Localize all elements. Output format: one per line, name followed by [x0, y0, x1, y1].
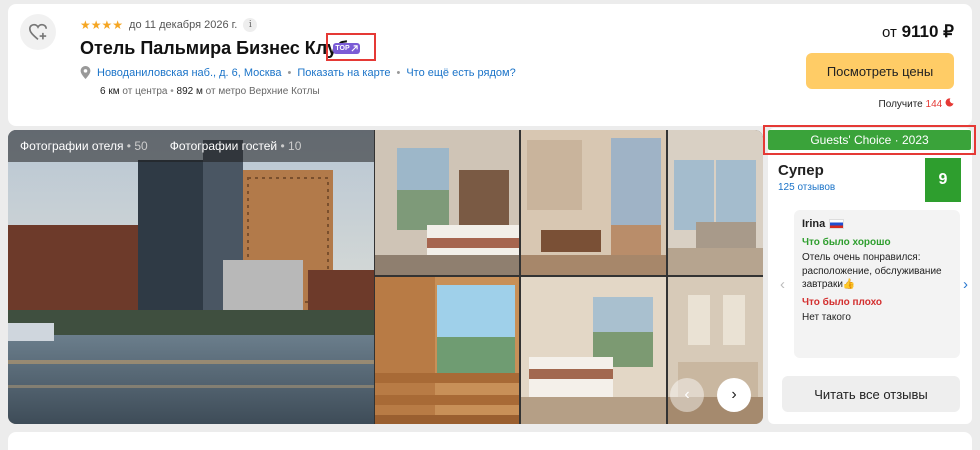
arrow-up-right-icon: [351, 45, 358, 52]
good-text: Отель очень понравился: расположение, об…: [802, 252, 942, 290]
heart-plus-icon: [28, 23, 47, 40]
separator-dot: •: [396, 66, 401, 79]
moon-icon: [945, 98, 954, 107]
info-icon[interactable]: i: [243, 18, 258, 32]
photo-gallery: Фотографии отеля • 50 Фотографии гостей …: [8, 130, 763, 424]
reviewer-name: Irina: [802, 218, 826, 230]
reward-line: Получите 144: [879, 98, 954, 110]
reward-value: 144: [925, 99, 943, 110]
whats-nearby-link[interactable]: Что ещё есть рядом?: [406, 67, 515, 79]
guests-choice-highlight: Guests' Choice · 2023: [763, 125, 976, 155]
gallery-tabs: Фотографии отеля • 50 Фотографии гостей …: [8, 130, 374, 162]
main-hotel-photo[interactable]: [8, 130, 374, 424]
address-line: Новоданиловская наб., д. 6, Москва • Пок…: [80, 66, 516, 79]
reviews-card: Супер 125 отзывов 9 ‹ Irina Что было хор…: [768, 128, 972, 424]
top-badge-label: TOP: [335, 45, 350, 52]
stars-note: до 11 декабря 2026 г.: [129, 19, 238, 31]
sauna-photo[interactable]: [375, 277, 519, 424]
next-card-edge: [8, 432, 972, 450]
hotel-title[interactable]: Отель Пальмира Бизнес Клуб: [80, 38, 348, 59]
tab-hotel-photos[interactable]: Фотографии отеля • 50: [20, 139, 148, 153]
distance-line: 6 км от центра • 892 м от метро Верхние …: [100, 86, 320, 97]
chevron-left-icon: ‹: [684, 386, 690, 403]
price-prefix: от: [881, 24, 897, 41]
reviewer: Irina: [802, 218, 952, 230]
gallery-prev-button[interactable]: ‹: [670, 378, 704, 412]
tab-guest-photos-count: 10: [288, 139, 302, 153]
sauna-image: [375, 277, 519, 424]
bad-label: Что было плохо: [802, 296, 883, 308]
hotel-header-card: ★★★★ до 11 декабря 2026 г. i Отель Пальм…: [8, 4, 972, 126]
reviews-count-link[interactable]: 125 отзывов: [778, 182, 835, 193]
review-next-button[interactable]: ›: [963, 276, 968, 293]
good-label: Что было хорошо: [802, 237, 891, 248]
view-prices-button[interactable]: Посмотреть цены: [806, 53, 954, 89]
guests-choice-badge: Guests' Choice · 2023: [768, 130, 971, 150]
metro-distance-value: 892 м: [176, 86, 203, 97]
hotel-exterior-image: [8, 130, 374, 424]
favorite-button[interactable]: [20, 14, 56, 50]
gallery-next-button[interactable]: ›: [717, 378, 751, 412]
metro-distance-label: от метро Верхние Котлы: [205, 86, 320, 97]
location-pin-icon: [80, 66, 91, 79]
rating-word: Супер: [778, 162, 824, 179]
read-all-reviews-button[interactable]: Читать все отзывы: [782, 376, 960, 412]
center-distance-label: от центра: [122, 86, 168, 97]
tab-hotel-photos-count: 50: [134, 139, 148, 153]
room-image: [375, 130, 519, 275]
room-photo-2[interactable]: [521, 130, 666, 275]
review-prev-button[interactable]: ‹: [780, 276, 785, 293]
show-on-map-link[interactable]: Показать на карте: [297, 67, 390, 79]
russia-flag-icon: [829, 219, 845, 229]
star-rating: ★★★★: [80, 18, 124, 32]
top-badge: TOP: [333, 43, 360, 54]
tab-hotel-photos-label: Фотографии отеля: [20, 139, 124, 153]
reward-label: Получите: [878, 99, 923, 110]
top-badge-highlight: TOP: [326, 33, 376, 61]
center-distance-value: 6 км: [100, 86, 120, 97]
rating-score: 9: [925, 158, 961, 202]
separator-dot: •: [287, 66, 292, 79]
room-image: [668, 130, 763, 275]
bad-text: Нет такого: [802, 311, 851, 323]
tab-separator: •: [280, 139, 289, 153]
address-link[interactable]: Новоданиловская наб., д. 6, Москва: [97, 67, 281, 79]
room-photo-4[interactable]: [521, 277, 666, 424]
room-photo-3[interactable]: [668, 130, 763, 275]
room-photo-1[interactable]: [375, 130, 519, 275]
price: от 9110 ₽: [882, 22, 954, 42]
chevron-right-icon: ›: [731, 386, 737, 403]
price-amount: 9110 ₽: [901, 22, 954, 41]
room-image: [521, 130, 666, 275]
tab-guest-photos[interactable]: Фотографии гостей • 10: [170, 139, 302, 153]
review-snippet: Irina Что было хорошо Отель очень понрав…: [794, 210, 960, 358]
tab-guest-photos-label: Фотографии гостей: [169, 139, 278, 153]
room-image: [521, 277, 666, 424]
stars-line: ★★★★ до 11 декабря 2026 г. i: [80, 18, 258, 32]
